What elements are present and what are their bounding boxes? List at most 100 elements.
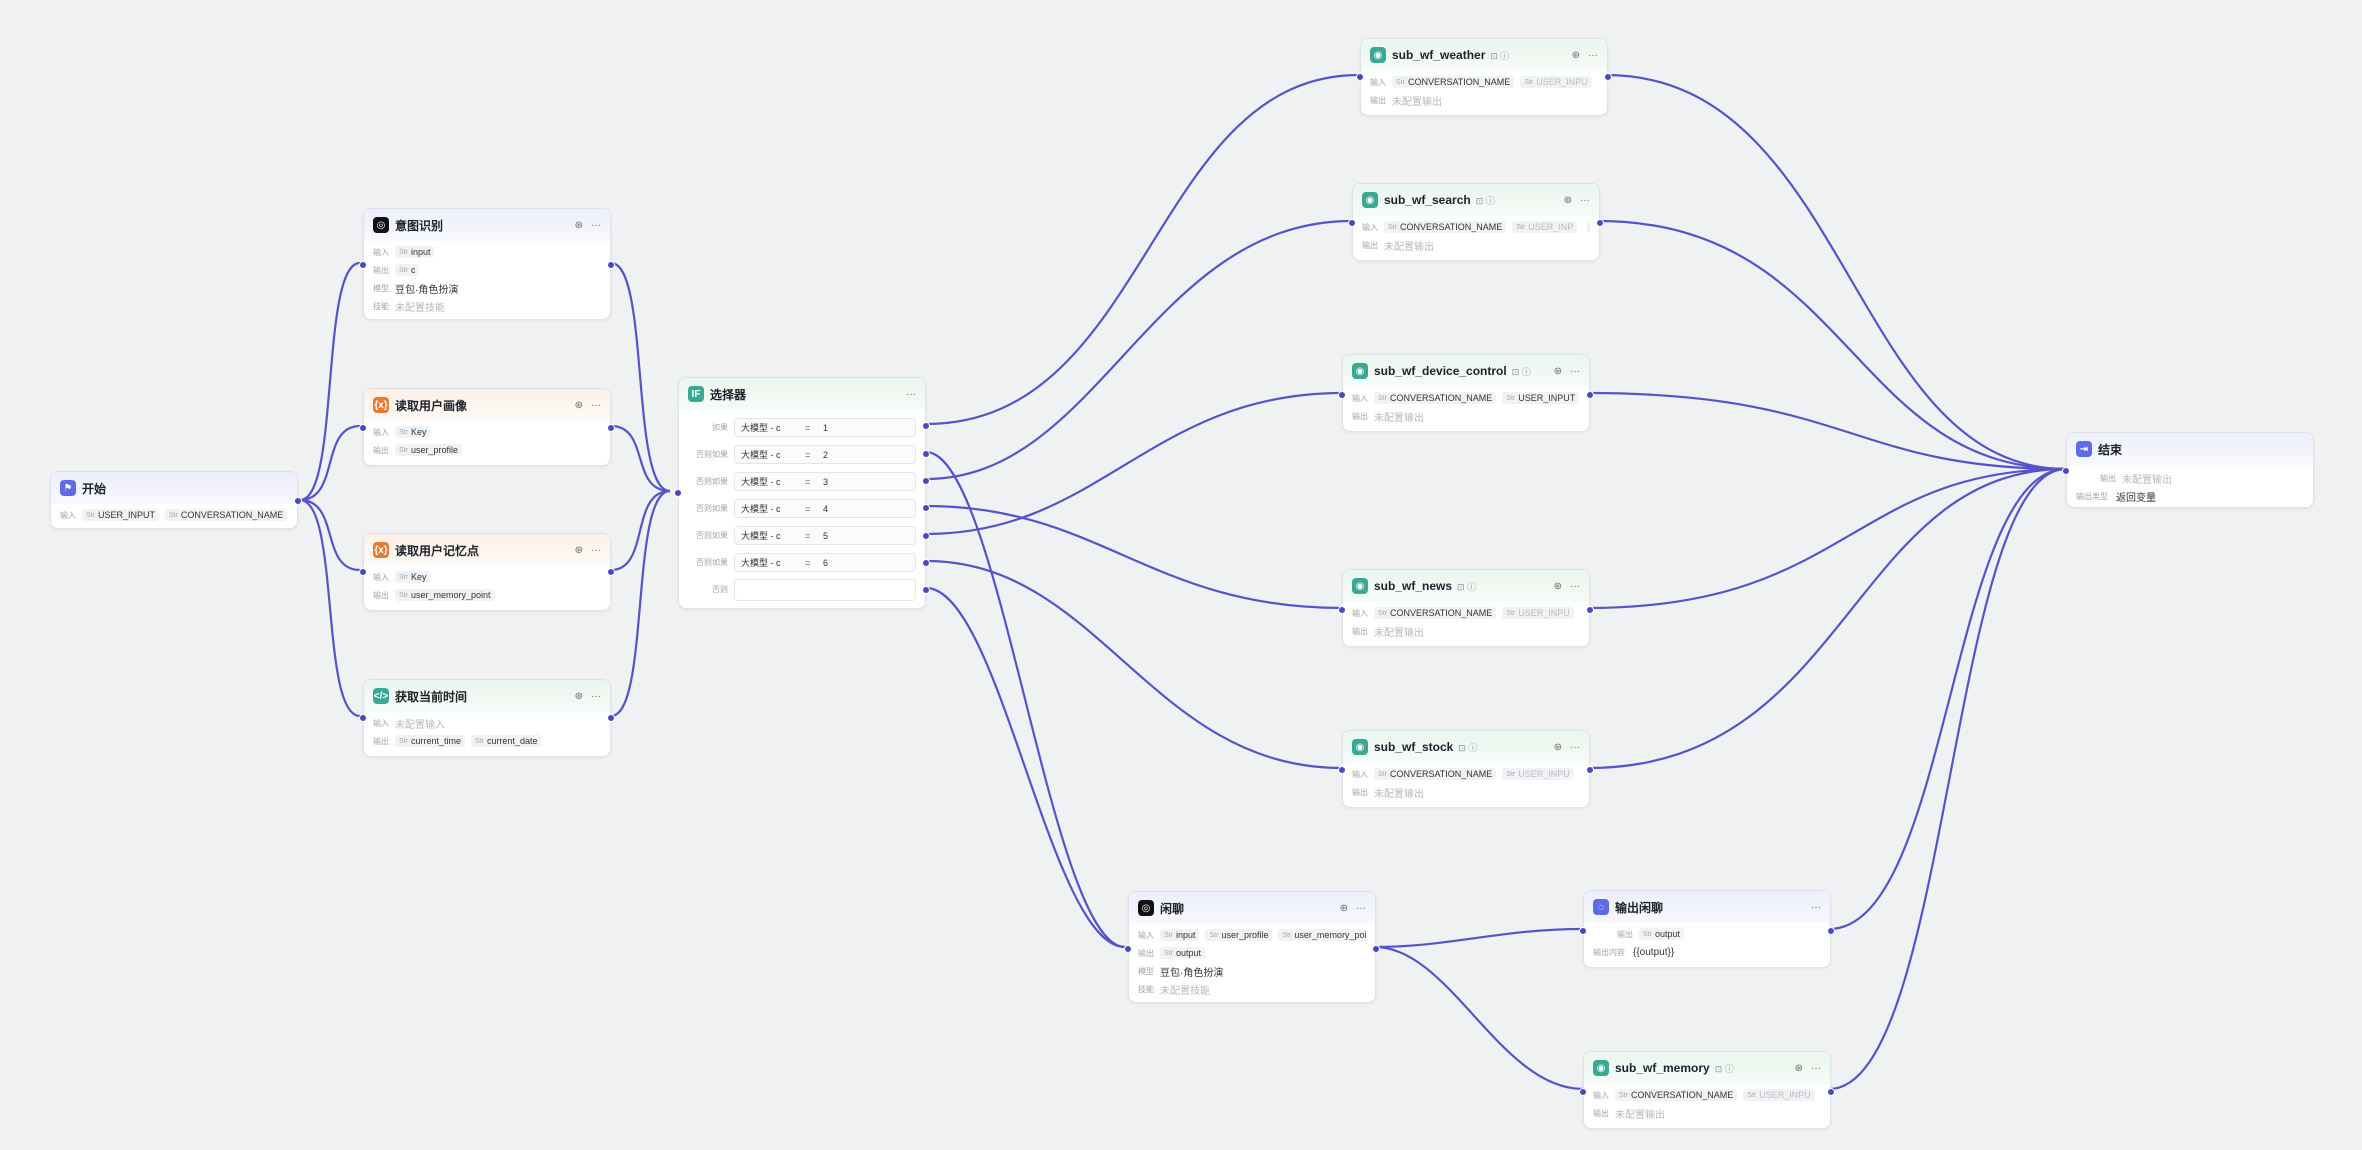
condition-row[interactable]: 大模型 - c = 2 xyxy=(734,445,916,464)
chat-output-node[interactable]: ◌ 输出闲聊 ··· 输出 Str output 输出内容 {{output}} xyxy=(1579,890,1835,968)
lock-icon: ⊡ ⓘ xyxy=(1714,1063,1734,1074)
branch-port[interactable] xyxy=(922,586,930,594)
more-icon[interactable]: ··· xyxy=(1811,1063,1821,1074)
run-icon[interactable]: ⊛ xyxy=(1340,903,1348,914)
edge xyxy=(299,424,361,502)
input-port[interactable] xyxy=(1338,766,1346,774)
output-port[interactable] xyxy=(294,497,302,505)
edge xyxy=(1374,945,1584,1091)
run-icon[interactable]: ⊛ xyxy=(1554,742,1562,753)
intent-node[interactable]: ◎ 意图识别 ⊛ ··· 输入 Str input 输出 Str c 模型 豆包·角色扮演 技能… xyxy=(359,208,615,320)
edge xyxy=(299,498,361,718)
run-icon[interactable]: ⊛ xyxy=(575,400,583,411)
condition-row[interactable]: 大模型 - c = 3 xyxy=(734,472,916,491)
run-icon[interactable]: ⊛ xyxy=(575,691,583,702)
device-control-workflow-node[interactable]: ◉ sub_wf_device_control ⊡ ⓘ ⊛ ··· 输入 Str CONVE… xyxy=(1338,354,1594,432)
branch-port[interactable] xyxy=(922,532,930,540)
news-workflow-node[interactable]: ◉ sub_wf_news ⊡ ⓘ ⊛ ··· 输入 Str CONVERSATION_NA… xyxy=(1338,569,1594,647)
input-port[interactable] xyxy=(359,568,367,576)
branch-port[interactable] xyxy=(922,504,930,512)
more-icon[interactable]: ··· xyxy=(1570,742,1580,753)
condition-row[interactable]: 大模型 - c = 5 xyxy=(734,526,916,545)
input-port[interactable] xyxy=(359,424,367,432)
more-icon[interactable]: ··· xyxy=(1588,50,1598,61)
output-port[interactable] xyxy=(1586,766,1594,774)
run-icon[interactable]: ⊛ xyxy=(1564,195,1572,206)
more-icon[interactable]: ··· xyxy=(591,400,601,411)
input-port[interactable] xyxy=(1338,391,1346,399)
get-time-node[interactable]: </> 获取当前时间 ⊛ ··· 输入 未配置输入 输出 Str current_time S… xyxy=(359,679,615,757)
condition-row[interactable]: 大模型 - c = 4 xyxy=(734,499,916,518)
variable-tag: Str USER_INPUT xyxy=(82,509,159,521)
output-port[interactable] xyxy=(1586,391,1594,399)
run-icon[interactable]: ⊛ xyxy=(575,220,583,231)
more-icon[interactable]: ··· xyxy=(1570,366,1580,377)
more-icon[interactable]: ··· xyxy=(1580,195,1590,206)
else-branch[interactable] xyxy=(734,578,916,601)
condition-row[interactable]: 大模型 - c = 6 xyxy=(734,553,916,572)
more-icon[interactable]: ··· xyxy=(591,220,601,231)
input-port[interactable] xyxy=(1338,606,1346,614)
branch-port[interactable] xyxy=(922,477,930,485)
variable-tag: Str USER_INPUT xyxy=(1502,392,1580,404)
output-port[interactable] xyxy=(1372,945,1380,953)
node-title: sub_wf_weather xyxy=(1392,48,1486,62)
branch-port[interactable] xyxy=(922,559,930,567)
read-memory-node[interactable]: {x} 读取用户记忆点 ⊛ ··· 输入 Str Key 输出 Str user_memory… xyxy=(359,533,615,611)
more-icon[interactable]: ··· xyxy=(591,691,601,702)
input-port[interactable] xyxy=(1579,1088,1587,1096)
edge xyxy=(925,73,1360,426)
input-port[interactable] xyxy=(674,489,682,497)
end-node[interactable]: ⇥ 结束 输出 未配置输出 输出类型 返回变量 xyxy=(2062,432,2314,508)
run-icon[interactable]: ⊛ xyxy=(1554,366,1562,377)
output-port[interactable] xyxy=(607,261,615,269)
run-icon[interactable]: ⊛ xyxy=(1795,1063,1803,1074)
variable-tag: Str USER_INPU xyxy=(1520,76,1592,88)
input-port[interactable] xyxy=(1579,927,1587,935)
run-icon[interactable]: ⊛ xyxy=(575,545,583,556)
run-icon[interactable]: ⊛ xyxy=(1554,581,1562,592)
output-port[interactable] xyxy=(607,424,615,432)
variable-tag: Str output xyxy=(1639,928,1684,940)
branch-port[interactable] xyxy=(922,450,930,458)
edge xyxy=(1828,467,2067,931)
more-icon[interactable]: ··· xyxy=(1811,902,1821,913)
output-port[interactable] xyxy=(1586,606,1594,614)
more-icon[interactable]: ··· xyxy=(591,545,601,556)
weather-workflow-node[interactable]: ◉ sub_wf_weather ⊡ ⓘ ⊛ ··· 输入 Str CONVERSATION… xyxy=(1356,38,1612,116)
input-port[interactable] xyxy=(359,261,367,269)
output-port[interactable] xyxy=(1827,927,1835,935)
more-icon[interactable]: ··· xyxy=(1570,581,1580,592)
workflow-icon: ◉ xyxy=(1370,47,1386,63)
edge xyxy=(1587,391,2067,471)
read-profile-node[interactable]: {x} 读取用户画像 ⊛ ··· 输入 Str Key 输出 Str user_profile xyxy=(359,388,615,466)
input-port[interactable] xyxy=(2062,467,2070,475)
input-port[interactable] xyxy=(1124,945,1132,953)
output-port[interactable] xyxy=(607,714,615,722)
selector-node[interactable]: IF 选择器 ··· 如果 大模型 - c = 1 否则如果 大模型 - c = 2 否则如果大… xyxy=(674,377,930,609)
memory-workflow-node[interactable]: ◉ sub_wf_memory ⊡ ⓘ ⊛ ··· 输入 Str CONVERSATION_… xyxy=(1579,1051,1835,1129)
more-icon[interactable]: ··· xyxy=(906,389,916,400)
condition-row[interactable]: 大模型 - c = 1 xyxy=(734,418,916,437)
input-port[interactable] xyxy=(1348,219,1356,227)
variable-tag: Str current_date xyxy=(470,735,542,747)
variable-tag: Str current_time xyxy=(395,735,465,747)
input-port[interactable] xyxy=(359,714,367,722)
chat-node[interactable]: ◎ 闲聊 ⊛ ··· 输入 Str input Str user_profile Str user… xyxy=(1124,891,1380,1003)
variable-tag: Str CONVERSATION_NAME xyxy=(1374,392,1497,404)
input-port[interactable] xyxy=(1356,73,1364,81)
more-icon[interactable]: ··· xyxy=(1356,903,1366,914)
workflow-canvas[interactable]: ⚑ 开始 输入 Str USER_INPUT Str CONVERSATION_NAM… xyxy=(0,0,2362,1150)
run-icon[interactable]: ⊛ xyxy=(1572,50,1580,61)
search-workflow-node[interactable]: ◉ sub_wf_search ⊡ ⓘ ⊛ ··· 输入 Str CONVERSATION_… xyxy=(1348,183,1604,261)
branch-port[interactable] xyxy=(922,422,930,430)
output-port[interactable] xyxy=(1604,73,1612,81)
output-port[interactable] xyxy=(1827,1088,1835,1096)
variable-tag: Str CONVERSATION_NAME xyxy=(1384,221,1507,233)
start-node[interactable]: ⚑ 开始 输入 Str USER_INPUT Str CONVERSATION_NAM… xyxy=(50,471,302,529)
stock-workflow-node[interactable]: ◉ sub_wf_stock ⊡ ⓘ ⊛ ··· 输入 Str CONVERSATION_N… xyxy=(1338,730,1594,808)
variable-tag: Str CONVERSATION_NAME xyxy=(1374,607,1497,619)
output-port[interactable] xyxy=(607,568,615,576)
variable-tag: Str user_profile xyxy=(395,444,462,456)
output-port[interactable] xyxy=(1596,219,1604,227)
